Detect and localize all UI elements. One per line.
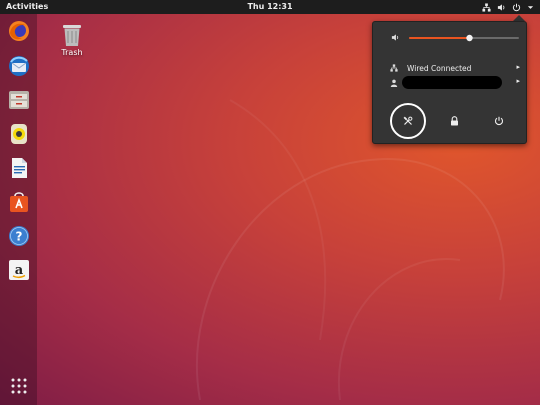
user-icon	[390, 79, 398, 87]
network-label: Wired Connected	[407, 64, 472, 73]
trash-label: Trash	[61, 48, 83, 57]
show-applications-button[interactable]	[5, 372, 32, 399]
thunderbird-icon	[8, 55, 29, 76]
dock-app-firefox[interactable]	[5, 17, 32, 44]
lock-icon	[450, 116, 458, 126]
amazon-icon: a	[8, 259, 29, 280]
lock-button[interactable]	[446, 113, 462, 129]
volume-icon	[391, 34, 399, 41]
dock-app-thunderbird[interactable]	[5, 52, 32, 79]
svg-text:?: ?	[15, 229, 22, 243]
activities-button[interactable]: Activities	[6, 2, 48, 11]
chevron-right-icon: ▸	[516, 63, 520, 71]
dock-app-files[interactable]	[5, 86, 32, 113]
clock-button[interactable]: Thu 12:31	[247, 2, 292, 11]
dock-app-amazon[interactable]: a	[5, 256, 32, 283]
settings-icon	[403, 116, 413, 125]
chevron-right-icon: ▸	[516, 77, 520, 85]
dock-app-help[interactable]: ?	[5, 222, 32, 249]
network-icon	[482, 2, 491, 12]
trash-icon	[63, 25, 81, 46]
dock-app-libreoffice-writer[interactable]	[5, 154, 32, 181]
redacted-username	[402, 76, 502, 89]
settings-button[interactable]	[400, 113, 416, 129]
dock-app-ubuntu-software[interactable]	[5, 188, 32, 215]
power-icon	[512, 3, 521, 11]
firefox-icon	[8, 20, 29, 41]
network-icon	[390, 64, 398, 72]
grid-icon	[11, 378, 26, 393]
writer-icon	[11, 157, 27, 178]
caret-down-icon	[527, 5, 534, 9]
files-icon	[8, 90, 29, 109]
svg-text:a: a	[14, 263, 23, 278]
volume-icon	[497, 3, 505, 11]
desktop-trash[interactable]: Trash	[56, 22, 88, 57]
help-icon: ?	[8, 225, 29, 246]
dock-app-rhythmbox[interactable]	[5, 120, 32, 147]
power-button[interactable]	[491, 113, 507, 129]
rhythmbox-icon	[10, 123, 27, 144]
volume-slider[interactable]	[409, 34, 519, 42]
network-menu-item[interactable]: Wired Connected ▸	[380, 63, 522, 75]
software-icon	[9, 191, 28, 212]
top-bar: Activities Thu 12:31	[0, 0, 540, 14]
system-tray[interactable]	[482, 0, 534, 14]
dock: ? a	[0, 14, 37, 405]
power-icon	[494, 116, 504, 126]
